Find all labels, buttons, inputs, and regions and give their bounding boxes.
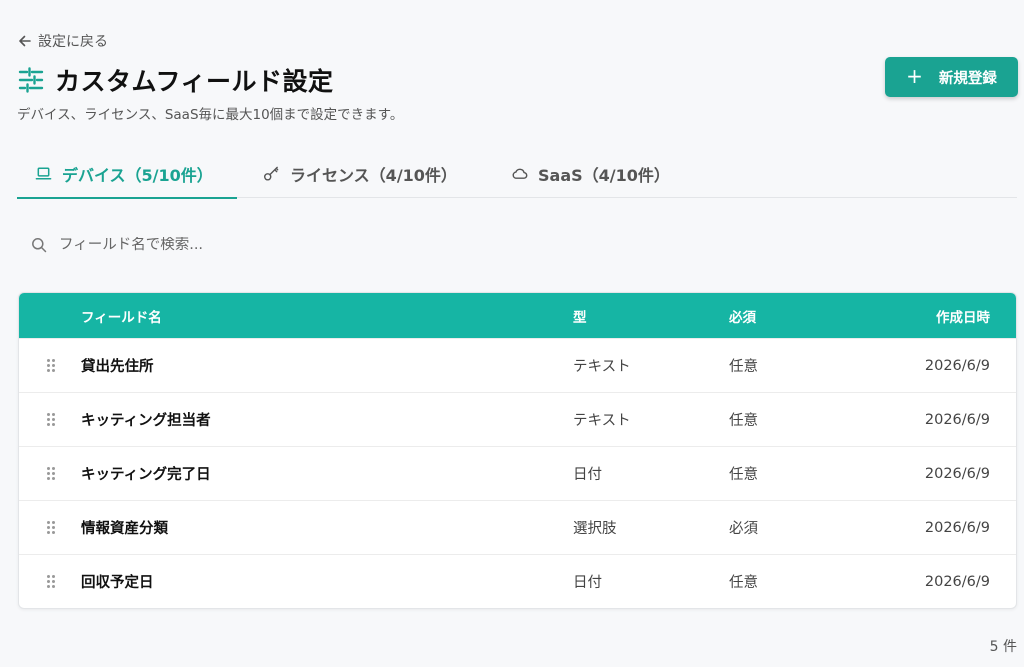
laptop-icon: [35, 167, 52, 180]
page: 設定に戻る カスタムフィールド設定 デバイス、ライセンス、SaaS毎に最大10個…: [0, 0, 1024, 667]
table-row[interactable]: 貸出先住所 テキスト 任意 2026/6/9: [19, 338, 1016, 392]
column-header-type[interactable]: 型: [573, 293, 713, 338]
column-header-created[interactable]: 作成日時: [830, 293, 990, 338]
tab-saas[interactable]: SaaS（4/10件）: [493, 150, 688, 197]
new-field-button[interactable]: + 新規登録: [885, 57, 1018, 97]
sliders-icon: [17, 66, 45, 94]
drag-handle-icon[interactable]: [47, 447, 67, 500]
search-icon: [32, 238, 47, 253]
tab-licenses[interactable]: ライセンス（4/10件）: [245, 150, 475, 197]
search-input[interactable]: [59, 237, 559, 253]
tab-devices-label: デバイス（5/10件）: [62, 165, 213, 185]
title-row: カスタムフィールド設定: [17, 62, 334, 98]
field-type: テキスト: [573, 359, 631, 375]
field-type: テキスト: [573, 413, 631, 429]
table-row[interactable]: キッティング担当者 テキスト 任意 2026/6/9: [19, 392, 1016, 446]
tab-licenses-label: ライセンス（4/10件）: [290, 165, 457, 185]
field-type: 選択肢: [573, 521, 617, 537]
page-title: カスタムフィールド設定: [55, 67, 334, 96]
new-field-button-label: 新規登録: [938, 70, 997, 87]
field-created: 2026/6/9: [924, 573, 990, 590]
field-created: 2026/6/9: [924, 357, 990, 374]
column-header-name[interactable]: フィールド名: [81, 293, 531, 338]
drag-handle-icon[interactable]: [47, 393, 67, 446]
plus-icon: +: [906, 64, 923, 88]
field-name: 情報資産分類: [81, 521, 168, 537]
field-type: 日付: [573, 575, 602, 591]
arrow-left-icon: [19, 35, 31, 47]
page-subtitle: デバイス、ライセンス、SaaS毎に最大10個まで設定できます。: [17, 107, 404, 123]
back-link[interactable]: 設定に戻る: [18, 31, 108, 51]
result-count: 5 件: [989, 639, 1017, 655]
drag-handle-icon[interactable]: [47, 555, 67, 608]
drag-handle-icon[interactable]: [47, 501, 67, 554]
field-created: 2026/6/9: [924, 519, 990, 536]
category-tabs: デバイス（5/10件） ライセンス（4/10件） SaaS（4/10件）: [17, 150, 1017, 199]
field-name: 回収予定日: [81, 575, 154, 591]
cloud-icon: [512, 168, 528, 179]
drag-handle-icon[interactable]: [47, 339, 67, 392]
table-header: フィールド名 型 必須 作成日時: [19, 293, 1016, 338]
field-name: キッティング完了日: [81, 467, 211, 483]
tab-saas-label: SaaS（4/10件）: [538, 165, 670, 185]
field-created: 2026/6/9: [924, 411, 990, 428]
fields-table: フィールド名 型 必須 作成日時 貸出先住所 テキスト 任意 2026/6/9 …: [18, 292, 1017, 609]
field-name: キッティング担当者: [81, 413, 211, 429]
key-icon: [263, 166, 279, 181]
table-row[interactable]: 情報資産分類 選択肢 必須 2026/6/9: [19, 500, 1016, 554]
table-row[interactable]: 回収予定日 日付 任意 2026/6/9: [19, 554, 1016, 608]
field-type: 日付: [573, 467, 602, 483]
field-name: 貸出先住所: [81, 359, 154, 375]
search-box: [17, 224, 617, 266]
field-created: 2026/6/9: [924, 465, 990, 482]
table-row[interactable]: キッティング完了日 日付 任意 2026/6/9: [19, 446, 1016, 500]
tab-devices[interactable]: デバイス（5/10件）: [17, 150, 237, 199]
back-link-label: 設定に戻る: [38, 34, 108, 50]
